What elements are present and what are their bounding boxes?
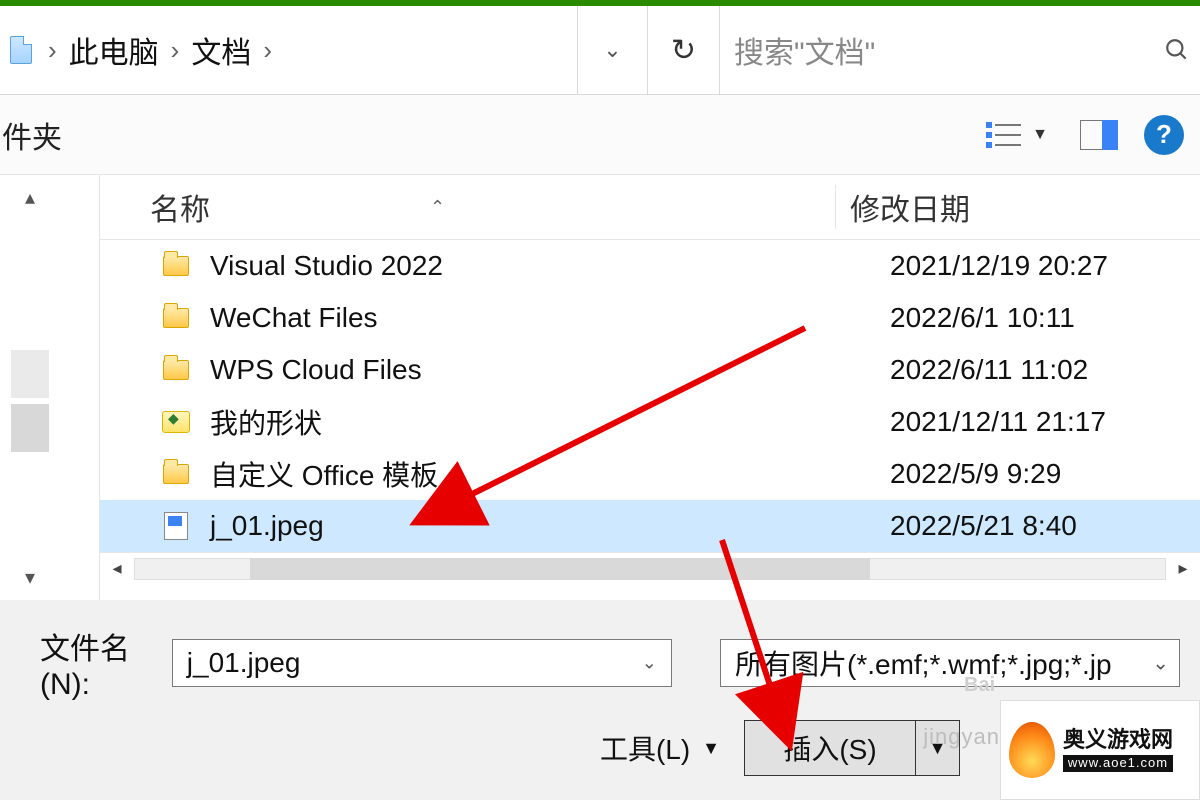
shapes-folder-icon bbox=[160, 406, 192, 438]
file-row[interactable]: Visual Studio 20222021/12/19 20:27 bbox=[100, 240, 1200, 292]
column-header-name-label: 名称 bbox=[150, 185, 210, 229]
file-date: 2022/6/11 11:02 bbox=[890, 354, 1088, 386]
watermark-brand-fragment: Bai bbox=[964, 674, 1018, 696]
file-row[interactable]: WPS Cloud Files2022/6/11 11:02 bbox=[100, 344, 1200, 396]
chevron-down-icon: ▼ bbox=[702, 738, 720, 759]
column-header-date[interactable]: 修改日期 bbox=[835, 185, 1200, 229]
flame-icon bbox=[1009, 722, 1055, 778]
column-header-date-label: 修改日期 bbox=[850, 194, 970, 227]
scroll-right-icon[interactable]: ▸ bbox=[1166, 558, 1200, 579]
file-rows: Visual Studio 20222021/12/19 20:27WeChat… bbox=[100, 240, 1200, 552]
file-name: j_01.jpeg bbox=[210, 510, 890, 542]
watermark-brand: 奥义游戏网 bbox=[1063, 728, 1173, 752]
column-header-name[interactable]: 名称 ⌃ bbox=[100, 185, 835, 229]
view-mode-preview-button[interactable] bbox=[1070, 116, 1128, 154]
document-icon bbox=[10, 36, 32, 64]
chevron-down-icon: ▼ bbox=[1032, 126, 1048, 144]
insert-button-label: 插入(S) bbox=[783, 728, 876, 768]
address-history-dropdown[interactable]: ⌄ bbox=[578, 6, 648, 94]
file-type-filter[interactable]: 所有图片(*.emf;*.wmf;*.jpg;*.jp ⌄ bbox=[720, 639, 1180, 687]
file-name: Visual Studio 2022 bbox=[210, 250, 890, 282]
file-row[interactable]: 我的形状2021/12/11 21:17 bbox=[100, 396, 1200, 448]
new-folder-label[interactable]: 件夹 bbox=[2, 113, 62, 157]
chevron-up-icon[interactable]: ▴ bbox=[25, 185, 35, 210]
file-date: 2022/6/1 10:11 bbox=[890, 302, 1075, 334]
breadcrumb[interactable]: › 此电脑 › 文档 › bbox=[0, 6, 578, 94]
sort-indicator-icon: ⌃ bbox=[430, 197, 445, 218]
folder-icon bbox=[160, 458, 192, 490]
address-bar-row: › 此电脑 › 文档 › ⌄ ↻ 搜索"文档" bbox=[0, 6, 1200, 95]
nav-scroll-strip[interactable]: ▴ ▾ bbox=[0, 175, 60, 600]
nav-tree-item[interactable] bbox=[11, 404, 49, 452]
chevron-down-icon[interactable]: ▾ bbox=[25, 565, 35, 590]
watermark-faint-text: jingyan bbox=[923, 724, 1000, 750]
search-placeholder: 搜索"文档" bbox=[734, 28, 875, 72]
chevron-right-icon[interactable]: › bbox=[163, 35, 188, 66]
horizontal-scrollbar[interactable]: ◂ ▸ bbox=[100, 552, 1200, 584]
chevron-down-icon[interactable]: ⌄ bbox=[1152, 651, 1169, 676]
watermark-logo: 奥义游戏网 www.aoe1.com bbox=[1000, 700, 1200, 800]
tools-dropdown[interactable]: 工具(L) ▼ bbox=[590, 722, 730, 774]
file-row[interactable]: 自定义 Office 模板2022/5/9 9:29 bbox=[100, 448, 1200, 500]
folder-icon bbox=[160, 250, 192, 282]
file-name: 我的形状 bbox=[210, 402, 890, 442]
file-date: 2022/5/9 9:29 bbox=[890, 458, 1061, 490]
filename-label: 文件名(N): bbox=[40, 624, 158, 702]
insert-button[interactable]: 插入(S) bbox=[745, 721, 915, 775]
file-name: WeChat Files bbox=[210, 302, 890, 334]
image-file-icon bbox=[160, 510, 192, 542]
file-list-area: ▴ ▾ 名称 ⌃ 修改日期 Visual Studio 20222021/12/… bbox=[0, 175, 1200, 600]
watermark-url: www.aoe1.com bbox=[1063, 755, 1173, 771]
breadcrumb-loc-documents[interactable]: 文档 bbox=[191, 28, 251, 72]
folder-icon bbox=[160, 302, 192, 334]
chevron-down-icon[interactable]: ⌄ bbox=[642, 653, 657, 674]
file-date: 2021/12/11 21:17 bbox=[890, 406, 1106, 438]
filename-value: j_01.jpeg bbox=[187, 647, 301, 679]
chevron-right-icon[interactable]: › bbox=[40, 35, 65, 66]
file-date: 2022/5/21 8:40 bbox=[890, 510, 1077, 542]
nav-tree-item[interactable] bbox=[11, 350, 49, 398]
file-pane: 名称 ⌃ 修改日期 Visual Studio 20222021/12/19 2… bbox=[100, 175, 1200, 600]
search-input[interactable]: 搜索"文档" bbox=[720, 6, 1200, 94]
file-name: WPS Cloud Files bbox=[210, 354, 890, 386]
breadcrumb-loc-this-pc[interactable]: 此电脑 bbox=[69, 28, 159, 72]
filename-input[interactable]: j_01.jpeg ⌄ bbox=[172, 639, 672, 687]
preview-pane-icon bbox=[1080, 120, 1118, 150]
folder-icon bbox=[160, 354, 192, 386]
tools-label: 工具(L) bbox=[600, 728, 690, 768]
file-row[interactable]: WeChat Files2022/6/1 10:11 bbox=[100, 292, 1200, 344]
file-row[interactable]: j_01.jpeg2022/5/21 8:40 bbox=[100, 500, 1200, 552]
view-mode-list-button[interactable]: ▼ bbox=[976, 116, 1058, 154]
search-icon bbox=[1164, 37, 1190, 63]
help-button[interactable]: ? bbox=[1144, 115, 1184, 155]
scroll-left-icon[interactable]: ◂ bbox=[100, 558, 134, 579]
column-headers: 名称 ⌃ 修改日期 bbox=[100, 175, 1200, 240]
sidebar-gutter bbox=[60, 175, 100, 600]
chevron-right-icon[interactable]: › bbox=[255, 35, 280, 66]
list-view-icon bbox=[986, 120, 1024, 150]
toolbar: 件夹 ▼ ? bbox=[0, 95, 1200, 175]
file-name: 自定义 Office 模板 bbox=[210, 454, 890, 494]
file-type-value: 所有图片(*.emf;*.wmf;*.jpg;*.jp bbox=[735, 643, 1112, 683]
refresh-button[interactable]: ↻ bbox=[648, 6, 720, 94]
scrollbar-thumb[interactable] bbox=[250, 558, 870, 580]
file-date: 2021/12/19 20:27 bbox=[890, 250, 1108, 282]
